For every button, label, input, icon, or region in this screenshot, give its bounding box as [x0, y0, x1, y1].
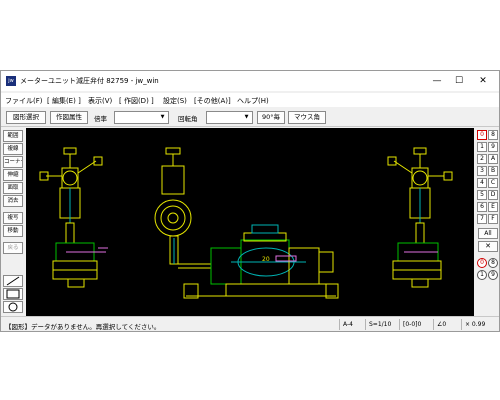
layer-group-button[interactable]: 1 — [477, 142, 487, 152]
dimension-label: 20 — [262, 256, 270, 263]
tool-move-button[interactable]: 移動 — [3, 225, 23, 237]
toolbar: 図形選択 作図属性 倍率 ▼ 回転角 ▼ 90°毎 マウス角 — [1, 108, 499, 127]
status-message: 【図形】データがありません。再選択してください。 — [5, 323, 161, 331]
app-window: jw メーターユニット減圧弁付 82759 - jw_win — ☐ ✕ ファイ… — [0, 70, 500, 332]
cad-drawing: 20 — [39, 147, 453, 299]
tool-erase-button[interactable]: 消去 — [3, 195, 23, 207]
minimize-button[interactable]: — — [427, 74, 447, 88]
left-tool-palette: 範囲 複線 コーナー 伸縮 面取 消去 複写 移動 戻る — [1, 128, 25, 316]
layer-group-button[interactable]: 3 — [477, 166, 487, 176]
tool-stretch-button[interactable]: 伸縮 — [3, 169, 23, 181]
line-icon — [6, 276, 20, 286]
layer-display[interactable]: [0-0]0 — [399, 319, 433, 330]
layer-circle-button[interactable]: 8 — [488, 258, 498, 268]
layer-group-button[interactable]: E — [488, 202, 498, 212]
zoom-display[interactable]: × 0.99 — [461, 319, 499, 330]
menu-file[interactable]: ファイル(F) — [5, 96, 43, 106]
menu-draw[interactable]: [ 作図(D) ] — [119, 96, 154, 106]
close-button[interactable]: ✕ — [473, 74, 493, 88]
deg90-button[interactable]: 90°毎 — [257, 111, 285, 124]
left-side-view — [39, 147, 108, 288]
menu-view[interactable]: 表示(V) — [88, 96, 112, 106]
drawing-canvas[interactable]: 20 — [26, 128, 474, 316]
window-title: メーターユニット減圧弁付 82759 - jw_win — [20, 77, 159, 85]
menu-bar: ファイル(F) [ 編集(E) ] 表示(V) [ 作図(D) ] 設定(S) … — [1, 93, 499, 107]
layer-group-button[interactable]: C — [488, 178, 498, 188]
tool-undo-button[interactable]: 戻る — [3, 242, 23, 254]
layer-group-button[interactable]: B — [488, 166, 498, 176]
layer-group-button[interactable]: 6 — [477, 202, 487, 212]
shape-attr-button[interactable]: 作図属性 — [50, 111, 88, 124]
rotate-combo[interactable]: ▼ — [206, 111, 253, 124]
line-tool-button[interactable] — [3, 275, 23, 287]
layer-group-button[interactable]: 4 — [477, 178, 487, 188]
layer-group-button[interactable]: D — [488, 190, 498, 200]
layer-group-button[interactable]: 0 — [477, 130, 487, 140]
menu-help[interactable]: ヘルプ(H) — [237, 96, 269, 106]
all-layers-button[interactable]: All — [478, 228, 498, 239]
scale-label: 倍率 — [94, 115, 107, 123]
layer-group-button[interactable]: 7 — [477, 214, 487, 224]
layer-group-button[interactable]: 2 — [477, 154, 487, 164]
jw-app-icon: jw — [6, 76, 16, 86]
scale-combo[interactable]: ▼ — [114, 111, 169, 124]
angle-display[interactable]: ∠0 — [433, 319, 461, 330]
tool-chamfer-button[interactable]: 面取 — [3, 182, 23, 194]
layer-group-button[interactable]: A — [488, 154, 498, 164]
tool-polyline-button[interactable]: 複線 — [3, 143, 23, 155]
right-layer-palette: 0 8 1 9 2 A 3 B 4 C 5 D 6 E 7 F All ✕ 0 … — [475, 128, 499, 316]
circle-icon — [8, 302, 18, 312]
layer-circle-button[interactable]: 9 — [488, 270, 498, 280]
right-side-view — [387, 147, 453, 288]
tool-corner-button[interactable]: コーナー — [3, 156, 23, 168]
menu-edit[interactable]: [ 編集(E) ] — [47, 96, 81, 106]
layer-x-button[interactable]: ✕ — [478, 241, 498, 252]
layer-circle-button[interactable]: 1 — [477, 270, 487, 280]
layer-group-button[interactable]: 9 — [488, 142, 498, 152]
maximize-button[interactable]: ☐ — [449, 74, 469, 88]
tool-copy-button[interactable]: 複写 — [3, 212, 23, 224]
layer-group-button[interactable]: 8 — [488, 130, 498, 140]
chevron-down-icon: ▼ — [160, 114, 165, 120]
title-bar[interactable]: jw メーターユニット減圧弁付 82759 - jw_win — ☐ ✕ — [1, 71, 499, 91]
menu-settings[interactable]: 設定(S) — [163, 96, 187, 106]
rect-tool-button[interactable] — [3, 288, 23, 300]
layer-circle-button[interactable]: 0 — [477, 258, 487, 268]
front-view — [154, 147, 339, 299]
mouse-angle-button[interactable]: マウス角 — [288, 111, 326, 124]
select-shape-button[interactable]: 図形選択 — [6, 111, 46, 124]
rectangle-icon — [6, 289, 20, 299]
tool-range-button[interactable]: 範囲 — [3, 130, 23, 142]
menu-other[interactable]: [その他(A)] — [194, 96, 231, 106]
scale-display[interactable]: S=1/10 — [365, 319, 399, 330]
layer-group-button[interactable]: 5 — [477, 190, 487, 200]
status-bar: 【図形】データがありません。再選択してください。 A-4 S=1/10 [0-0… — [1, 316, 499, 331]
rotate-label: 回転角 — [178, 115, 198, 123]
chevron-down-icon: ▼ — [244, 114, 249, 120]
paper-size[interactable]: A-4 — [339, 319, 365, 330]
circle-tool-button[interactable] — [3, 301, 23, 313]
layer-group-button[interactable]: F — [488, 214, 498, 224]
